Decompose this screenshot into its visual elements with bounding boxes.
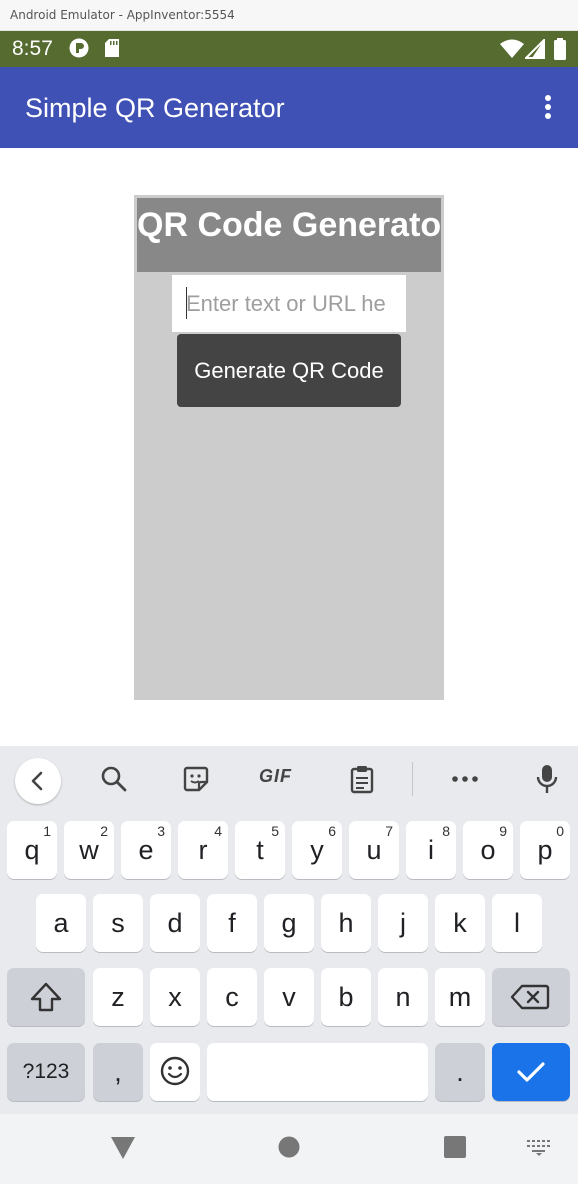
key-hint: 6 bbox=[328, 823, 336, 839]
status-time: 8:57 bbox=[12, 37, 53, 60]
key-c[interactable]: c bbox=[207, 968, 257, 1026]
emoji-icon bbox=[160, 1056, 190, 1086]
key-hint: 7 bbox=[385, 823, 393, 839]
key-label: t bbox=[256, 835, 264, 865]
sd-card-icon bbox=[104, 38, 120, 63]
toolbar-divider bbox=[412, 762, 413, 796]
key-label: o bbox=[480, 835, 496, 865]
generate-qr-button[interactable]: Generate QR Code bbox=[177, 334, 401, 407]
key-label: r bbox=[198, 835, 208, 865]
key-m[interactable]: m bbox=[435, 968, 485, 1026]
sticker-icon[interactable] bbox=[181, 764, 211, 794]
search-icon[interactable] bbox=[99, 764, 129, 794]
app-title: Simple QR Generator bbox=[25, 93, 285, 123]
key-v[interactable]: v bbox=[264, 968, 314, 1026]
comma-key[interactable]: , bbox=[93, 1043, 143, 1101]
key-i[interactable]: i8 bbox=[406, 821, 456, 879]
keyboard-toolbar: GIF bbox=[0, 746, 578, 814]
key-label: i bbox=[428, 835, 434, 865]
mic-icon[interactable] bbox=[532, 764, 562, 794]
key-p[interactable]: p0 bbox=[520, 821, 570, 879]
key-label: q bbox=[24, 835, 40, 865]
key-k[interactable]: k bbox=[435, 894, 485, 952]
wifi-icon bbox=[500, 39, 524, 64]
battery-icon bbox=[554, 38, 566, 65]
key-label: y bbox=[310, 835, 324, 865]
space-key[interactable] bbox=[207, 1043, 428, 1101]
key-a[interactable]: a bbox=[36, 894, 86, 952]
key-hint: 5 bbox=[271, 823, 279, 839]
key-label: e bbox=[138, 835, 154, 865]
key-b[interactable]: b bbox=[321, 968, 371, 1026]
key-q[interactable]: q1 bbox=[7, 821, 57, 879]
key-e[interactable]: e3 bbox=[121, 821, 171, 879]
enter-key[interactable] bbox=[492, 1043, 570, 1101]
shift-key[interactable] bbox=[7, 968, 85, 1026]
text-url-input[interactable] bbox=[172, 275, 406, 332]
key-l[interactable]: l bbox=[492, 894, 542, 952]
more-vert-icon[interactable] bbox=[544, 95, 552, 121]
page-title: QR Code Generator bbox=[137, 198, 441, 272]
shift-icon bbox=[30, 982, 62, 1012]
key-hint: 8 bbox=[442, 823, 450, 839]
home-icon[interactable] bbox=[278, 1136, 300, 1163]
key-w[interactable]: w2 bbox=[64, 821, 114, 879]
emoji-key[interactable] bbox=[150, 1043, 200, 1101]
text-caret bbox=[186, 287, 187, 319]
key-n[interactable]: n bbox=[378, 968, 428, 1026]
backspace-key[interactable] bbox=[492, 968, 570, 1026]
key-hint: 4 bbox=[214, 823, 222, 839]
key-hint: 0 bbox=[556, 823, 564, 839]
check-icon bbox=[517, 1062, 545, 1082]
signal-icon bbox=[523, 37, 545, 64]
key-y[interactable]: y6 bbox=[292, 821, 342, 879]
back-icon bbox=[31, 771, 43, 791]
back-icon[interactable] bbox=[110, 1136, 136, 1165]
key-h[interactable]: h bbox=[321, 894, 371, 952]
key-j[interactable]: j bbox=[378, 894, 428, 952]
key-u[interactable]: u7 bbox=[349, 821, 399, 879]
key-f[interactable]: f bbox=[207, 894, 257, 952]
window-title: Android Emulator - AppInventor:5554 bbox=[10, 8, 235, 22]
key-label: w bbox=[79, 835, 99, 865]
backspace-icon bbox=[510, 984, 550, 1010]
emulator-screen: Android Emulator - AppInventor:5554 8:57… bbox=[0, 0, 578, 1184]
soft-keyboard: GIF q1 w2 e3 r4 t5 y6 u7 i8 o9 p0 a s d … bbox=[0, 746, 578, 1114]
key-hint: 3 bbox=[157, 823, 165, 839]
keyboard-switch-icon[interactable] bbox=[527, 1140, 551, 1161]
key-z[interactable]: z bbox=[93, 968, 143, 1026]
gif-icon[interactable]: GIF bbox=[259, 766, 299, 796]
navigation-bar bbox=[0, 1114, 578, 1184]
symbols-key[interactable]: ?123 bbox=[7, 1043, 85, 1101]
window-title-bar: Android Emulator - AppInventor:5554 bbox=[0, 0, 578, 31]
more-icon[interactable] bbox=[450, 764, 480, 794]
key-s[interactable]: s bbox=[93, 894, 143, 952]
key-label: p bbox=[537, 835, 553, 865]
generator-panel: QR Code Generator Generate QR Code bbox=[134, 195, 444, 700]
key-x[interactable]: x bbox=[150, 968, 200, 1026]
status-bar: 8:57 bbox=[0, 31, 578, 67]
recents-icon[interactable] bbox=[444, 1136, 466, 1163]
key-label: u bbox=[366, 835, 382, 865]
app-bar: Simple QR Generator bbox=[0, 67, 578, 148]
key-o[interactable]: o9 bbox=[463, 821, 513, 879]
key-t[interactable]: t5 bbox=[235, 821, 285, 879]
key-g[interactable]: g bbox=[264, 894, 314, 952]
sync-icon bbox=[69, 38, 89, 63]
key-r[interactable]: r4 bbox=[178, 821, 228, 879]
clipboard-icon[interactable] bbox=[347, 764, 377, 794]
keyboard-back-button[interactable] bbox=[15, 758, 61, 804]
key-d[interactable]: d bbox=[150, 894, 200, 952]
key-hint: 1 bbox=[43, 823, 51, 839]
period-key[interactable]: . bbox=[435, 1043, 485, 1101]
key-hint: 9 bbox=[499, 823, 507, 839]
key-hint: 2 bbox=[100, 823, 108, 839]
